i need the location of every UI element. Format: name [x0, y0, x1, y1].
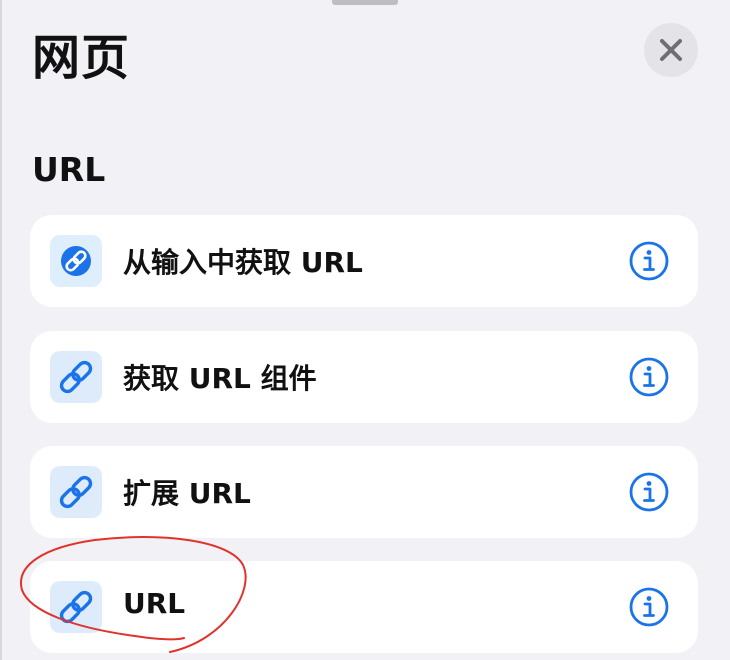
action-icon-box [50, 235, 102, 287]
info-button[interactable] [628, 356, 670, 398]
action-label: 从输入中获取 URL [123, 246, 363, 279]
action-label: URL [123, 587, 186, 620]
info-icon [629, 472, 669, 512]
info-button[interactable] [628, 471, 670, 513]
section-title: URL [32, 150, 106, 189]
sheet-edge [0, 0, 2, 660]
sheet-grabber[interactable] [332, 0, 398, 5]
action-label: 获取 URL 组件 [123, 362, 317, 395]
action-icon-box [50, 466, 102, 518]
link-icon [59, 475, 93, 509]
close-button[interactable] [644, 23, 698, 77]
info-button[interactable] [628, 586, 670, 628]
action-label: 扩展 URL [123, 477, 251, 510]
action-card-get-url-from-input[interactable]: 从输入中获取 URL [30, 215, 698, 307]
info-icon [629, 241, 669, 281]
action-icon-box [50, 351, 102, 403]
action-card-get-url-components[interactable]: 获取 URL 组件 [30, 331, 698, 423]
info-icon [629, 357, 669, 397]
link-icon [59, 360, 93, 394]
action-icon-box [50, 581, 102, 633]
link-circle-icon [61, 246, 91, 276]
info-button[interactable] [628, 240, 670, 282]
action-card-url[interactable]: URL [30, 561, 698, 653]
info-icon [629, 587, 669, 627]
link-icon [59, 590, 93, 624]
action-card-expand-url[interactable]: 扩展 URL [30, 446, 698, 538]
close-icon [660, 39, 682, 61]
page-title: 网页 [32, 30, 131, 86]
